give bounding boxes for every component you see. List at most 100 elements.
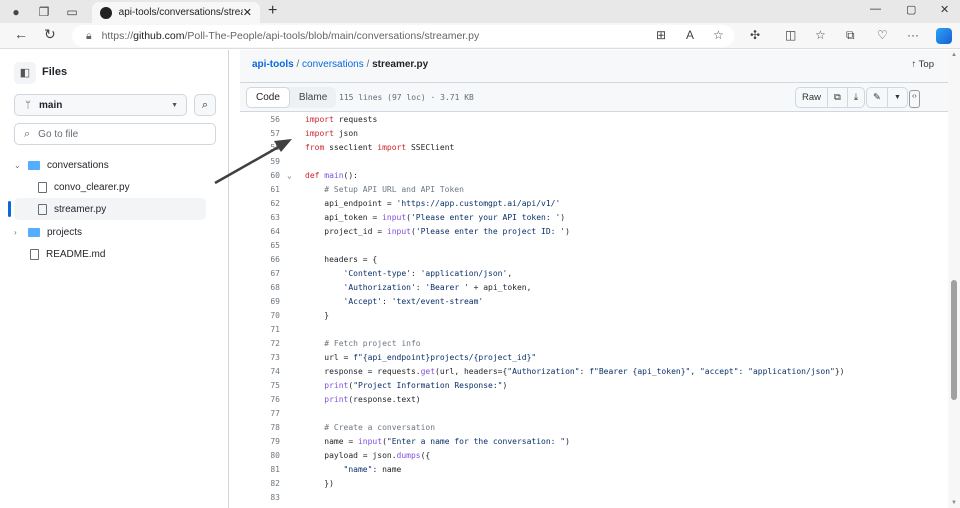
tree-item-conversations[interactable]: ⌄ conversations [14, 154, 206, 176]
workspaces-icon[interactable]: ❐ [36, 4, 52, 20]
edit-pencil-icon[interactable]: ✎ [867, 88, 888, 107]
refresh-icon[interactable]: ↻ [44, 26, 56, 43]
tab-close-icon[interactable]: ✕ [243, 6, 252, 19]
line-number[interactable]: 77 [240, 407, 280, 421]
code-text: 'Content-type': 'application/json', [305, 267, 513, 281]
raw-button[interactable]: Raw [796, 88, 829, 107]
app-available-icon[interactable]: ⊞ [656, 28, 666, 42]
line-number[interactable]: 59 [240, 155, 280, 169]
tab-code[interactable]: Code [246, 87, 290, 108]
tree-item-readme[interactable]: README.md [14, 243, 206, 265]
breadcrumb-folder[interactable]: conversations [302, 59, 364, 70]
line-number[interactable]: 75 [240, 379, 280, 393]
code-text: import json [305, 127, 358, 141]
top-button[interactable]: ↑ Top [911, 59, 934, 70]
code-token: (response.text) [348, 395, 421, 404]
code-line: 58 from sseclient import SSEClient [240, 141, 948, 155]
line-number[interactable]: 64 [240, 225, 280, 239]
url-input[interactable]: 🔒︎ https://github.com/Poll-The-People/ap… [72, 25, 734, 47]
tree-item-projects[interactable]: › projects [14, 221, 206, 243]
line-number[interactable]: 76 [240, 393, 280, 407]
vertical-scrollbar[interactable]: ▲ ▼ [948, 50, 960, 508]
read-aloud-icon[interactable]: A [686, 28, 694, 42]
code-token: "Authorization" [507, 367, 580, 376]
collections-icon[interactable]: ⧉ [846, 28, 855, 43]
line-number[interactable]: 83 [240, 491, 280, 505]
tree-item-streamer[interactable]: streamer.py [14, 198, 206, 220]
profile-icon[interactable]: ● [8, 4, 24, 20]
scrollbar-thumb[interactable] [951, 280, 957, 400]
top-label: Top [918, 59, 934, 70]
browser-tab[interactable]: api-tools/conversations/streamer.py ✕ [92, 2, 260, 23]
symbols-panel-icon[interactable]: ‹› [909, 90, 920, 108]
minimize-icon[interactable]: — [870, 3, 881, 15]
browser-tab-bar: ● ❐ ▭ api-tools/conversations/streamer.p… [0, 0, 960, 23]
chevron-down-icon: ⌄ [14, 160, 21, 170]
split-screen-icon[interactable]: ◫ [785, 28, 796, 42]
code-token: : name [372, 465, 402, 474]
code-token: 'Authorization' [305, 283, 416, 292]
fold-chevron-icon[interactable]: ⌄ [287, 169, 292, 183]
line-number[interactable]: 73 [240, 351, 280, 365]
edit-actions: ✎ ▼ [866, 87, 908, 108]
tab-actions-icon[interactable]: ▭ [64, 4, 80, 20]
line-number[interactable]: 62 [240, 197, 280, 211]
tab-blame[interactable]: Blame [290, 87, 336, 108]
branch-selector[interactable]: ᛘ main ▼ [14, 94, 187, 116]
extensions-icon[interactable]: ✣ [750, 28, 760, 42]
line-number[interactable]: 58 [240, 141, 280, 155]
folder-icon [28, 160, 40, 170]
code-token: requests [338, 115, 378, 124]
browser-essentials-icon[interactable]: ♡ [877, 28, 888, 42]
favorites-icon[interactable]: ☆ [815, 28, 826, 42]
scroll-down-arrow-icon[interactable]: ▼ [951, 500, 957, 506]
tree-item-convo-clearer[interactable]: convo_clearer.py [14, 176, 206, 198]
line-number[interactable]: 82 [240, 477, 280, 491]
line-number[interactable]: 68 [240, 281, 280, 295]
chevron-down-icon[interactable]: ▼ [888, 88, 907, 107]
code-text: def main(): [305, 169, 358, 183]
search-button[interactable]: ⌕ [194, 94, 216, 116]
back-icon[interactable]: ← [14, 26, 28, 42]
maximize-icon[interactable]: ▢ [906, 3, 916, 16]
code-token: url = [305, 353, 354, 362]
code-token: # Fetch project info [305, 339, 421, 348]
copilot-icon[interactable] [936, 28, 952, 44]
line-number[interactable]: 63 [240, 211, 280, 225]
download-icon[interactable]: ⤓ [848, 88, 864, 107]
favorite-star-icon[interactable]: ☆ [713, 28, 724, 42]
line-number[interactable]: 57 [240, 127, 280, 141]
code-line: 71 [240, 323, 948, 337]
line-number[interactable]: 67 [240, 267, 280, 281]
line-number[interactable]: 61 [240, 183, 280, 197]
code-token: sseclient [324, 143, 378, 152]
line-number[interactable]: 72 [240, 337, 280, 351]
line-number[interactable]: 74 [240, 365, 280, 379]
line-number[interactable]: 70 [240, 309, 280, 323]
collapse-sidebar-icon[interactable]: ◧ [14, 62, 36, 84]
file-view: api-tools / conversations / streamer.py … [240, 50, 948, 508]
line-number[interactable]: 65 [240, 239, 280, 253]
line-number[interactable]: 78 [240, 421, 280, 435]
line-number[interactable]: 60 [240, 169, 280, 183]
line-number[interactable]: 81 [240, 463, 280, 477]
more-icon[interactable]: ··· [907, 28, 919, 42]
line-number[interactable]: 69 [240, 295, 280, 309]
line-number[interactable]: 66 [240, 253, 280, 267]
code-token: SSEClient [406, 143, 455, 152]
code-token: 'Please enter your API token: ' [410, 213, 561, 222]
line-number[interactable]: 71 [240, 323, 280, 337]
code-token: "accept" [699, 367, 739, 376]
line-number[interactable]: 79 [240, 435, 280, 449]
line-number[interactable]: 56 [240, 113, 280, 127]
breadcrumb-repo[interactable]: api-tools [252, 59, 294, 70]
go-to-file-input[interactable]: ⌕ Go to file [14, 123, 216, 145]
copy-icon[interactable]: ⧉ [828, 88, 848, 107]
new-tab-button[interactable]: + [268, 2, 277, 20]
code-line: 82 }) [240, 477, 948, 491]
line-number[interactable]: 80 [240, 449, 280, 463]
scroll-up-arrow-icon[interactable]: ▲ [951, 52, 957, 58]
code-token: 'text/event-stream' [391, 297, 484, 306]
close-window-icon[interactable]: ✕ [940, 3, 949, 16]
tree-item-label: convo_clearer.py [54, 181, 130, 193]
